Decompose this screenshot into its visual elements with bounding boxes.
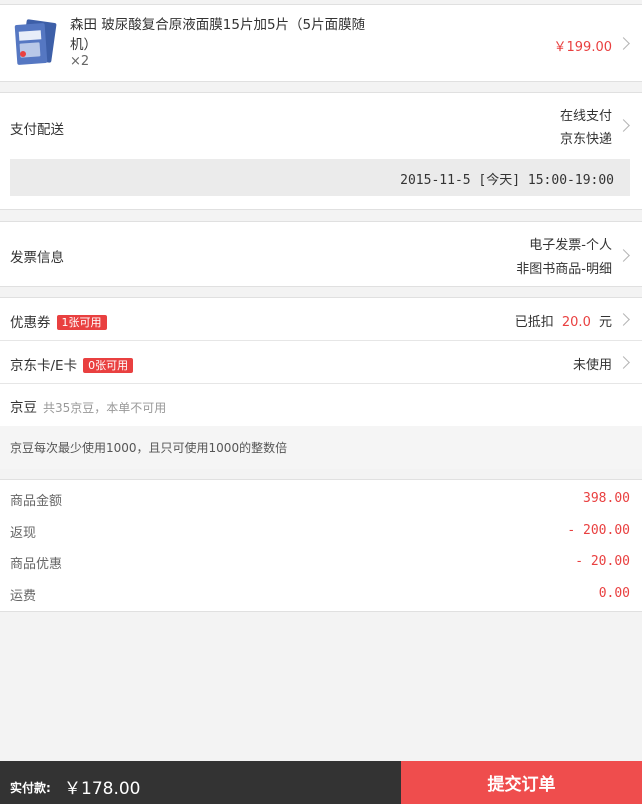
summary-value-cashback: - 200.00 <box>567 523 630 538</box>
product-item[interactable]: 森田 玻尿酸复合原液面膜15片加5片（5片面膜随机） ×2 ￥199.00 <box>0 4 642 82</box>
discounts-section: 优惠券 1张可用 已抵扣 20.0 元 京东卡/E卡 0张可用 未使用 京豆 共35京… <box>0 297 642 469</box>
invoice-type: 电子发票-个人 <box>529 238 612 253</box>
coupon-label: 优惠券 <box>10 315 51 331</box>
chevron-right-icon <box>617 313 630 326</box>
coupon-row[interactable]: 优惠券 1张可用 已抵扣 20.0 元 <box>0 298 642 341</box>
product-price: ￥199.00 <box>553 40 613 55</box>
summary-value-discount: - 20.00 <box>575 554 630 569</box>
summary-label-goods: 商品金额 <box>10 494 63 509</box>
payment-label: 支付配送 <box>10 122 64 138</box>
coupon-unit: 元 <box>598 315 612 330</box>
jingdou-note-row: 京豆每次最少使用1000，且只可使用1000的整数倍 <box>0 426 642 469</box>
submit-order-button[interactable]: 提交订单 <box>401 761 642 804</box>
pay-label: 实付款: <box>10 781 51 795</box>
coupon-amount: 20.0 <box>561 315 591 330</box>
product-name: 森田 玻尿酸复合原液面膜15片加5片（5片面膜随机） <box>70 17 366 53</box>
shipping-method: 京东快递 <box>559 132 612 147</box>
summary-label-shipping: 运费 <box>10 589 37 604</box>
ecard-label: 京东卡/E卡 <box>10 358 78 374</box>
pay-method: 在线支付 <box>559 109 612 124</box>
jingdou-note: 京豆每次最少使用1000，且只可使用1000的整数倍 <box>10 441 288 455</box>
product-quantity: ×2 <box>70 54 90 69</box>
summary-label-cashback: 返现 <box>10 526 37 541</box>
chevron-right-icon <box>617 37 630 50</box>
jingdou-row: 京豆 共35京豆，本单不可用 <box>0 384 642 426</box>
payment-delivery-section[interactable]: 支付配送 在线支付 京东快递 2015-11-5 [今天] 15:00-19:0… <box>0 92 642 210</box>
ecard-row[interactable]: 京东卡/E卡 0张可用 未使用 <box>0 341 642 384</box>
checkout-bar: 实付款: ￥178.00 提交订单 <box>0 761 642 804</box>
jingdou-info: 共35京豆，本单不可用 <box>43 401 167 415</box>
ecard-badge: 0张可用 <box>83 358 134 373</box>
summary-value-shipping: 0.00 <box>598 586 630 601</box>
pay-amount: ￥178.00 <box>64 779 141 799</box>
chevron-right-icon <box>617 119 630 132</box>
chevron-right-icon <box>617 249 630 262</box>
coupon-badge: 1张可用 <box>56 315 107 330</box>
delivery-time: 2015-11-5 [今天] 15:00-19:00 <box>400 173 614 188</box>
price-summary: 商品金额 398.00 返现 - 200.00 商品优惠 - 20.00 运费 … <box>0 479 642 612</box>
summary-value-goods: 398.00 <box>583 491 630 506</box>
ecard-status: 未使用 <box>572 358 612 373</box>
invoice-section[interactable]: 发票信息 电子发票-个人 非图书商品-明细 <box>0 221 642 287</box>
delivery-time-box[interactable]: 2015-11-5 [今天] 15:00-19:00 <box>10 159 630 196</box>
coupon-prefix: 已抵扣 <box>514 315 554 330</box>
invoice-detail: 非图书商品-明细 <box>516 262 612 277</box>
invoice-label: 发票信息 <box>10 250 64 266</box>
jingdou-label: 京豆 <box>10 400 37 416</box>
chevron-right-icon <box>617 356 630 369</box>
product-thumbnail <box>10 19 60 67</box>
summary-label-discount: 商品优惠 <box>10 557 63 572</box>
